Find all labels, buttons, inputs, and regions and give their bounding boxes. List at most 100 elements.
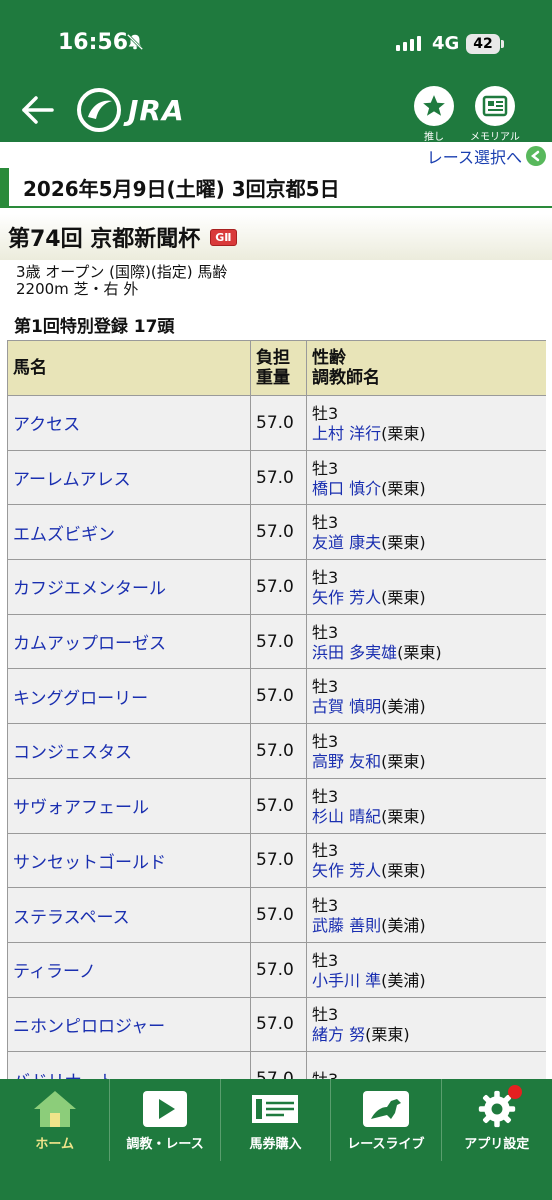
horse-trainer-cell: 牡3 上村 洋行(栗東) — [306, 395, 546, 451]
horse-weight: 57.0 — [250, 1051, 307, 1080]
table-row: コンジェスタス 57.0 牡3 高野 友和(栗東) — [7, 723, 546, 779]
horse-name-link[interactable]: エムズビギン — [7, 504, 251, 561]
horse-name-link[interactable]: ニホンピロロジャー — [7, 996, 251, 1053]
horse-trainer-cell: 牡3 橋口 慎介(栗東) — [306, 449, 546, 506]
trainer-name-link[interactable]: 矢作 芳人 — [312, 588, 381, 607]
horse-name-link[interactable]: アーレムアレス — [7, 449, 251, 506]
nav-race-live-label: レースライブ — [347, 1137, 425, 1152]
horse-trainer-cell: 牡3 古賀 慎明(美浦) — [306, 668, 546, 725]
horse-name-link[interactable]: ステラスペース — [7, 887, 251, 943]
table-row: カムアップローゼス 57.0 牡3 浜田 多実雄(栗東) — [7, 613, 546, 670]
horse-weight: 57.0 — [250, 504, 307, 561]
memorial-label: メモリアル — [470, 132, 520, 143]
trainer-stable: (美浦) — [381, 970, 426, 990]
nav-ticket-purchase-label: 馬券購入 — [249, 1137, 302, 1152]
bottom-nav: ホーム 調教・レース 馬券購入 レースライブ アプリ設定 — [0, 1079, 552, 1200]
horse-weight: 57.0 — [250, 559, 307, 615]
trainer-name-link[interactable]: 上村 洋行 — [312, 424, 381, 443]
horse-name-link[interactable]: サヴォアフェール — [7, 777, 251, 834]
battery-icon: 42 — [466, 34, 504, 54]
table-row: ティラーノ 57.0 牡3 小手川 準(美浦) — [7, 941, 546, 998]
status-time: 16:56 — [58, 30, 129, 55]
horse-weight: 57.0 — [250, 941, 307, 998]
horse-name-link[interactable]: キンググローリー — [7, 668, 251, 725]
trainer-name-link[interactable]: 小手川 準 — [312, 971, 381, 990]
trainer-name-link[interactable]: 緒方 努 — [312, 1025, 365, 1044]
nav-ticket-purchase[interactable]: 馬券購入 — [221, 1079, 332, 1161]
race-title-bar: 第74回 京都新聞杯 GⅡ — [0, 214, 552, 260]
race-title: 第74回 京都新聞杯 — [8, 227, 201, 252]
horse-trainer-cell: 牡3 矢作 芳人(栗東) — [306, 559, 546, 615]
horse-sex-age: 牡3 — [312, 403, 339, 423]
memorial-button[interactable]: メモリアル — [470, 86, 520, 143]
trainer-name-link[interactable]: 浜田 多実雄 — [312, 643, 397, 662]
horse-weight: 57.0 — [250, 723, 307, 779]
horse-sex-age: 牡3 — [312, 841, 339, 861]
horse-name-link[interactable]: バドリナート — [7, 1051, 251, 1080]
table-row: サンセットゴールド 57.0 牡3 矢作 芳人(栗東) — [7, 832, 546, 889]
jra-logo-icon[interactable] — [76, 87, 122, 133]
favorite-button[interactable]: 推し — [414, 86, 454, 143]
trainer-name-link[interactable]: 高野 友和 — [312, 752, 381, 771]
horse-trainer-cell: 牡3 高野 友和(栗東) — [306, 723, 546, 779]
horse-sex-age: 牡3 — [312, 458, 339, 478]
trainer-stable: (美浦) — [381, 916, 426, 936]
nav-training-race-label: 調教・レース — [126, 1137, 204, 1152]
home-icon — [33, 1091, 76, 1127]
header-trainer: 性齢 調教師名 — [306, 340, 546, 396]
horse-trainer-cell: 牡3 武藤 善則(美浦) — [306, 887, 546, 943]
table-row: アーレムアレス 57.0 牡3 橋口 慎介(栗東) — [7, 449, 546, 506]
play-icon — [143, 1091, 188, 1127]
horse-name-link[interactable]: コンジェスタス — [7, 723, 251, 779]
table-row: バドリナート57.0牡3 — [7, 1051, 546, 1080]
trainer-stable: (栗東) — [397, 642, 442, 662]
horse-weight: 57.0 — [250, 668, 307, 725]
horse-weight: 57.0 — [250, 832, 307, 889]
horse-trainer-cell: 牡3 杉山 晴紀(栗東) — [306, 777, 546, 834]
horse-name-link[interactable]: ティラーノ — [7, 941, 251, 998]
horse-sex-age: 牡3 — [312, 622, 339, 642]
table-row: ステラスペース 57.0 牡3 武藤 善則(美浦) — [7, 887, 546, 943]
trainer-name-link[interactable]: 矢作 芳人 — [312, 861, 381, 880]
app-header: JRA 推し メモリアル — [0, 80, 552, 143]
trainer-name-link[interactable]: 橋口 慎介 — [312, 479, 381, 498]
horse-sex-age: 牡3 — [312, 731, 339, 751]
horse-weight: 57.0 — [250, 887, 307, 943]
race-condition-line2: 2200m 芝・右 外 — [16, 280, 139, 298]
status-bar: 16:56 4G 42 — [0, 0, 552, 80]
header-weight-line2: 重量 — [256, 368, 290, 388]
nav-app-settings[interactable]: アプリ設定 — [442, 1079, 552, 1161]
nav-race-live[interactable]: レースライブ — [331, 1079, 442, 1161]
table-row: エムズビギン 57.0 牡3 友道 康夫(栗東) — [7, 504, 546, 561]
horse-name-link[interactable]: アクセス — [7, 395, 251, 451]
trainer-name-link[interactable]: 古賀 慎明 — [312, 697, 381, 716]
horse-weight: 57.0 — [250, 996, 307, 1053]
horse-name-link[interactable]: サンセットゴールド — [7, 832, 251, 889]
race-date: 2026年5月9日(土曜) 3回京都5日 — [23, 176, 340, 201]
bell-muted-icon — [126, 33, 144, 51]
entry-table: 馬名 負担 重量 性齢 調教師名 アクセス 57.0 牡3 上村 洋行(栗東) アーレム… — [7, 340, 546, 1080]
back-arrow-icon[interactable] — [18, 90, 58, 130]
race-select-link[interactable]: レース選択へ — [427, 144, 546, 168]
entry-table-container[interactable]: 馬名 負担 重量 性齢 調教師名 アクセス 57.0 牡3 上村 洋行(栗東) アーレム… — [7, 340, 546, 1080]
jra-logo-text[interactable]: JRA — [128, 94, 185, 127]
race-conditions: 3歳 オープン (国際)(指定) 馬齢 2200m 芝・右 外 — [16, 264, 227, 298]
trainer-name-link[interactable]: 友道 康夫 — [312, 533, 381, 552]
horse-trainer-cell: 牡3 小手川 準(美浦) — [306, 941, 546, 998]
trainer-stable: (栗東) — [381, 533, 426, 553]
trainer-name-link[interactable]: 武藤 善則 — [312, 916, 381, 935]
nav-home[interactable]: ホーム — [0, 1079, 111, 1161]
trainer-name-link[interactable]: 杉山 晴紀 — [312, 807, 381, 826]
trainer-stable: (美浦) — [381, 697, 426, 717]
race-date-bar: 2026年5月9日(土曜) 3回京都5日 — [0, 168, 552, 208]
horse-trainer-cell: 牡3 緒方 努(栗東) — [306, 996, 546, 1053]
horse-name-link[interactable]: カフジエメンタール — [7, 559, 251, 615]
horse-trainer-cell: 牡3 浜田 多実雄(栗東) — [306, 613, 546, 670]
header-horse-name: 馬名 — [7, 340, 251, 396]
horse-weight: 57.0 — [250, 777, 307, 834]
horse-name-link[interactable]: カムアップローゼス — [7, 613, 251, 670]
nav-training-race[interactable]: 調教・レース — [110, 1079, 221, 1161]
star-icon — [414, 86, 454, 126]
header-trainer-line1: 性齢 — [312, 348, 346, 368]
table-row: ニホンピロロジャー 57.0 牡3 緒方 努(栗東) — [7, 996, 546, 1053]
